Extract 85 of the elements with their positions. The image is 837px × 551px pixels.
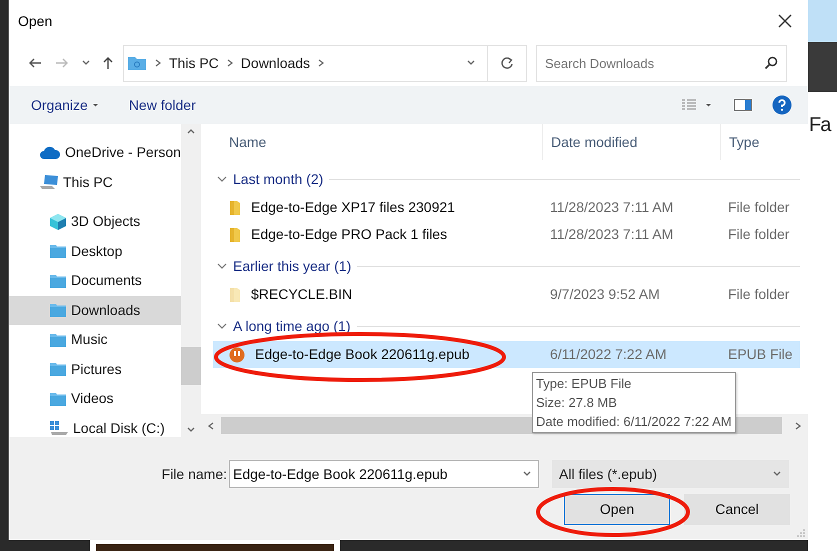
sidebar-item[interactable]: Downloads bbox=[9, 296, 181, 325]
scrollbar-thumb[interactable] bbox=[181, 347, 201, 385]
group-header[interactable]: Earlier this year (1) bbox=[217, 256, 352, 276]
close-icon bbox=[778, 14, 792, 28]
file-name-field[interactable]: Edge-to-Edge Book 220611g.epub bbox=[229, 460, 539, 488]
sidebar-item[interactable]: Music bbox=[9, 325, 181, 354]
column-header[interactable]: Date modified bbox=[542, 124, 720, 160]
tooltip-text: Date modified: 6/11/2022 7:22 AM bbox=[536, 413, 732, 431]
forward-icon bbox=[55, 56, 69, 70]
background-text: Fa bbox=[808, 113, 832, 138]
folder-icon bbox=[49, 302, 67, 318]
sidebar-item[interactable]: Pictures bbox=[9, 354, 181, 384]
sidebar-item[interactable]: This PC bbox=[9, 168, 181, 197]
dialog-button[interactable]: Open bbox=[564, 494, 670, 525]
file-type: File folder bbox=[728, 199, 790, 215]
chevron-icon bbox=[217, 174, 227, 184]
sidebar-item[interactable]: 3D Objects bbox=[9, 207, 181, 236]
file-date: 9/7/2023 9:52 AM bbox=[550, 286, 660, 302]
window-title: Open bbox=[18, 12, 52, 31]
column-header[interactable]: Name bbox=[213, 124, 542, 160]
preview-pane-icon bbox=[734, 98, 752, 112]
folder-icon bbox=[49, 272, 67, 289]
file-name: Edge-to-Edge Book 220611g.epub bbox=[255, 345, 470, 364]
refresh-icon bbox=[500, 56, 514, 70]
scroll-right-icon bbox=[795, 422, 801, 430]
dialog-button[interactable]: Cancel bbox=[684, 494, 790, 525]
file-date: 11/28/2023 7:11 AM bbox=[550, 226, 674, 242]
folder-icon bbox=[229, 200, 241, 216]
file-name: $RECYCLE.BIN bbox=[251, 285, 352, 304]
sidebar-item[interactable]: Local Disk (C:) bbox=[9, 414, 181, 437]
file-row[interactable]: Edge-to-Edge Book 220611g.epub 6/11/2022 7:22 AM EPUB File bbox=[213, 341, 800, 368]
folder-icon bbox=[49, 361, 67, 378]
back-icon bbox=[28, 56, 42, 70]
breadcrumb-separator-icon bbox=[154, 58, 162, 68]
drive-icon bbox=[49, 420, 69, 436]
up-icon bbox=[101, 56, 115, 70]
folder-icon bbox=[49, 243, 67, 260]
file-row[interactable]: $RECYCLE.BIN 9/7/2023 9:52 AM File folder bbox=[213, 281, 800, 308]
chevron-icon bbox=[217, 321, 227, 331]
tooltip-text: Size: 27.8 MB bbox=[536, 394, 618, 412]
file-type: File folder bbox=[728, 286, 790, 302]
tooltip-text: Type: EPUB File bbox=[536, 375, 632, 393]
dropdown-arrow-icon bbox=[705, 102, 712, 108]
breadcrumb-link[interactable]: This PC bbox=[169, 52, 219, 74]
group-header[interactable]: Last month (2) bbox=[217, 168, 324, 190]
ebook-file-icon bbox=[229, 346, 245, 362]
search-icon bbox=[764, 56, 778, 70]
breadcrumb-separator-icon bbox=[317, 58, 326, 68]
breadcrumb-link[interactable]: Downloads bbox=[240, 52, 310, 74]
file-type: EPUB File bbox=[728, 346, 793, 362]
computer-icon bbox=[39, 174, 59, 190]
folder-icon bbox=[229, 226, 241, 242]
file-name: Edge-to-Edge PRO Pack 1 files bbox=[251, 225, 448, 244]
toolbar-button[interactable]: Organize bbox=[31, 91, 99, 119]
column-header[interactable]: Type bbox=[720, 124, 808, 160]
resize-grip-icon bbox=[797, 529, 805, 537]
dropdown-arrow-icon bbox=[92, 102, 99, 108]
file-type: File folder bbox=[728, 226, 790, 242]
file-row[interactable]: Edge-to-Edge PRO Pack 1 files 11/28/2023 7:11 AM File folder bbox=[213, 221, 800, 248]
sidebar-item[interactable]: Documents bbox=[9, 266, 181, 296]
sidebar-item[interactable]: Desktop bbox=[9, 236, 181, 266]
help-icon bbox=[772, 95, 792, 115]
file-date: 11/28/2023 7:11 AM bbox=[550, 199, 674, 215]
chevron-icon bbox=[217, 261, 227, 271]
cloud-icon bbox=[39, 146, 61, 160]
details-view-icon bbox=[681, 98, 697, 112]
sidebar-item[interactable]: Videos bbox=[9, 384, 181, 414]
sidebar-item[interactable]: OneDrive - Person bbox=[9, 138, 181, 168]
file-row[interactable]: Edge-to-Edge XP17 files 230921 11/28/2023 7:11 AM File folder bbox=[213, 194, 800, 221]
folder-icon bbox=[127, 55, 147, 71]
breadcrumb-separator-icon bbox=[226, 58, 234, 68]
file-name: Edge-to-Edge XP17 files 230921 bbox=[251, 198, 455, 217]
folder-icon bbox=[49, 390, 67, 407]
field-label: File name: bbox=[160, 464, 228, 484]
window-titlebar bbox=[808, 0, 837, 42]
folder-icon bbox=[49, 332, 67, 348]
folder-icon bbox=[229, 286, 241, 302]
cube-icon bbox=[49, 212, 67, 231]
file-type-dropdown[interactable]: All files (*.epub) bbox=[552, 460, 789, 488]
scrollbar[interactable] bbox=[181, 124, 201, 437]
toolbar-button[interactable]: New folder bbox=[128, 91, 196, 119]
search-field[interactable]: Search Downloads bbox=[536, 44, 787, 82]
address-bar[interactable]: This PC Downloads bbox=[123, 44, 527, 82]
scroll-left-icon bbox=[208, 422, 214, 430]
file-date: 6/11/2022 7:22 AM bbox=[550, 346, 666, 362]
